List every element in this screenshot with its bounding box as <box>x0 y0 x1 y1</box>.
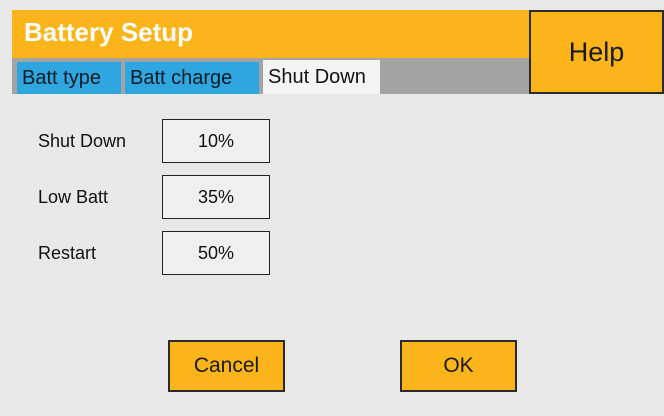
shut-down-value-field[interactable]: 10% <box>162 119 270 163</box>
low-batt-label: Low Batt <box>38 187 109 207</box>
help-button[interactable]: Help <box>529 10 664 94</box>
tab-batt-type[interactable]: Batt type <box>17 62 121 94</box>
title-bar: Battery Setup <box>12 10 529 58</box>
ok-button[interactable]: OK <box>400 340 517 392</box>
shut-down-label: Shut Down <box>38 131 127 151</box>
battery-setup-screen: Battery Setup Help Batt type Batt charge… <box>0 0 664 416</box>
restart-value-field[interactable]: 50% <box>162 231 270 275</box>
restart-label: Restart <box>38 243 97 263</box>
page-title: Battery Setup <box>24 17 194 47</box>
tab-shut-down[interactable]: Shut Down <box>263 60 380 94</box>
tab-bar: Batt type Batt charge Shut Down <box>12 58 529 94</box>
low-batt-value-field[interactable]: 35% <box>162 175 270 219</box>
cancel-button[interactable]: Cancel <box>168 340 285 392</box>
tab-batt-charge[interactable]: Batt charge <box>125 62 259 94</box>
